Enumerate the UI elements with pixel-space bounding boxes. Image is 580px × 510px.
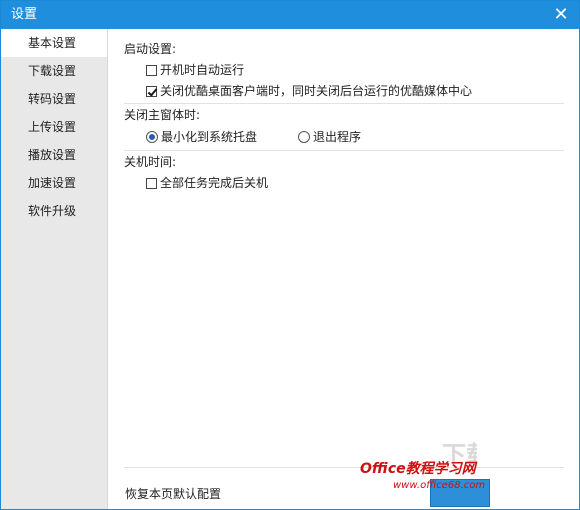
footer-divider: [124, 467, 564, 468]
sidebar-item-transcode[interactable]: 转码设置: [1, 85, 107, 113]
exit-program-label: 退出程序: [313, 130, 362, 144]
window-title: 设置: [11, 7, 38, 22]
close-background-option[interactable]: 关闭优酷桌面客户端时，同时关闭后台运行的优酷媒体中心: [146, 83, 472, 99]
settings-content: 启动设置: 开机时自动运行 关闭优酷桌面客户端时，同时关闭后台运行的优酷媒体中心…: [108, 29, 579, 509]
sidebar-item-label: 转码设置: [28, 92, 77, 106]
shutdown-after-tasks-checkbox[interactable]: [146, 177, 157, 189]
exit-program-option[interactable]: 退出程序: [298, 129, 361, 145]
sidebar-item-acceleration[interactable]: 加速设置: [1, 169, 107, 197]
watermark-site-text: Office教程学习网: [360, 461, 476, 477]
section-divider: [124, 150, 564, 151]
section-divider: [124, 103, 564, 104]
sidebar-item-label: 上传设置: [28, 120, 77, 134]
sidebar-item-label: 软件升级: [28, 204, 77, 218]
exit-program-radio[interactable]: [298, 131, 310, 143]
close-background-label: 关闭优酷桌面客户端时，同时关闭后台运行的优酷媒体中心: [160, 84, 473, 98]
close-background-checkbox[interactable]: [146, 85, 157, 97]
sidebar-item-playback[interactable]: 播放设置: [1, 141, 107, 169]
minimize-tray-label: 最小化到系统托盘: [161, 130, 258, 144]
restore-defaults-link[interactable]: 恢复本页默认配置: [125, 486, 221, 502]
shutdown-after-tasks-label: 全部任务完成后关机: [160, 176, 269, 190]
auto-run-label: 开机时自动运行: [160, 63, 245, 77]
sidebar-item-upload[interactable]: 上传设置: [1, 113, 107, 141]
sidebar-item-download[interactable]: 下载设置: [1, 57, 107, 85]
auto-run-checkbox[interactable]: [146, 64, 157, 76]
shutdown-after-tasks-option[interactable]: 全部任务完成后关机: [146, 175, 268, 191]
sidebar-item-label: 下载设置: [28, 64, 77, 78]
minimize-tray-radio[interactable]: [146, 131, 158, 143]
shutdown-section-title: 关机时间:: [124, 155, 177, 169]
sidebar: 基本设置 下载设置 转码设置 上传设置 播放设置 加速设置 软件升级: [1, 29, 108, 509]
sidebar-item-label: 加速设置: [28, 176, 77, 190]
close-icon[interactable]: ✕: [551, 5, 571, 25]
watermark-url-text: www.office68.com: [393, 480, 486, 491]
sidebar-item-label: 播放设置: [28, 148, 77, 162]
close-main-section-title: 关闭主窗体时:: [124, 108, 201, 122]
sidebar-item-label: 基本设置: [28, 36, 77, 50]
auto-run-option[interactable]: 开机时自动运行: [146, 62, 244, 78]
title-bar: 设置 ✕: [1, 1, 579, 29]
sidebar-item-basic[interactable]: 基本设置: [1, 29, 107, 57]
minimize-tray-option[interactable]: 最小化到系统托盘: [146, 129, 257, 145]
sidebar-item-upgrade[interactable]: 软件升级: [1, 197, 107, 225]
startup-section-title: 启动设置:: [124, 42, 177, 56]
settings-window: 设置 ✕ 基本设置 下载设置 转码设置 上传设置 播放设置 加速设置 软件升级 …: [0, 0, 580, 510]
